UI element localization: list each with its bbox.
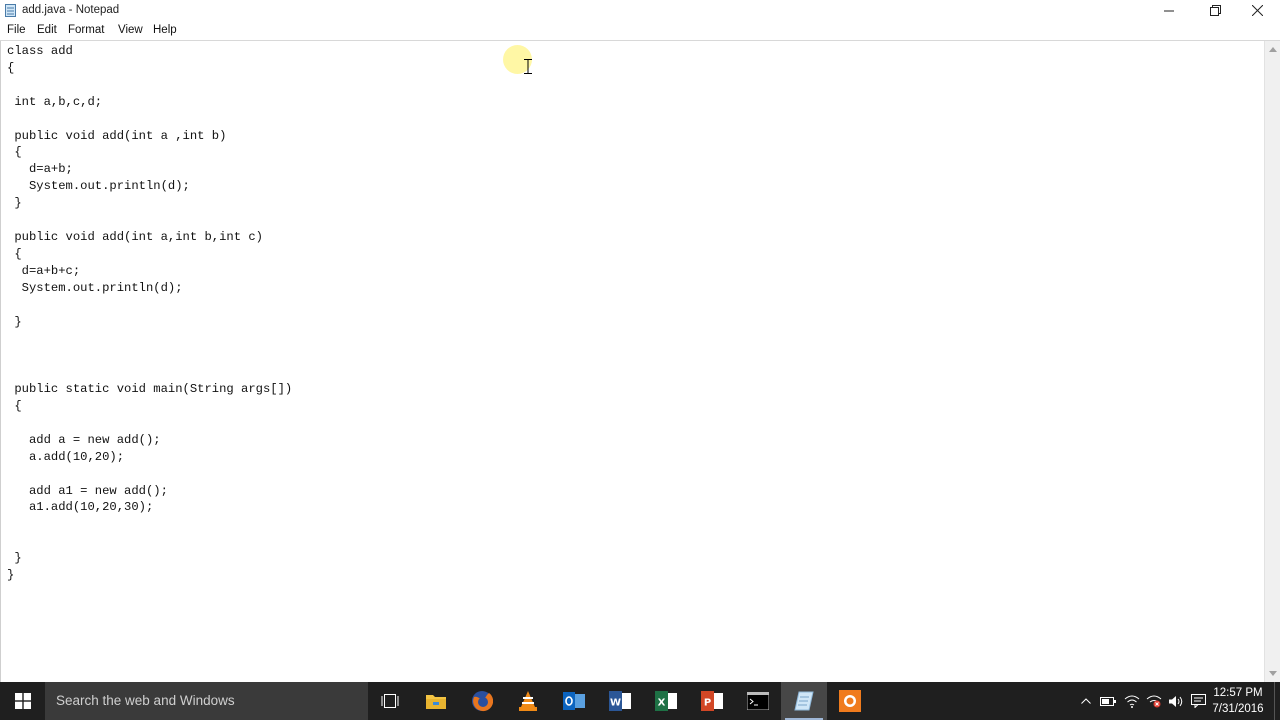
minimize-icon bbox=[1164, 10, 1174, 11]
status-button[interactable] bbox=[1144, 682, 1164, 720]
clock-date: 7/31/2016 bbox=[1212, 703, 1264, 715]
vertical-scrollbar[interactable] bbox=[1264, 41, 1280, 682]
file-explorer-button[interactable] bbox=[413, 682, 459, 720]
scroll-down-arrow-icon[interactable] bbox=[1269, 671, 1277, 676]
svg-text:X: X bbox=[658, 698, 666, 709]
menu-file[interactable]: File bbox=[7, 24, 26, 36]
restore-icon bbox=[1209, 5, 1221, 16]
clock-time: 12:57 PM bbox=[1213, 687, 1263, 699]
word-icon: W bbox=[609, 691, 631, 711]
svg-text:P: P bbox=[704, 698, 711, 709]
battery-button[interactable] bbox=[1099, 682, 1117, 720]
wifi-icon bbox=[1124, 695, 1140, 708]
recorder-icon bbox=[839, 690, 861, 712]
scroll-up-arrow-icon[interactable] bbox=[1269, 47, 1277, 52]
powerpoint-icon: P bbox=[701, 691, 723, 711]
menu-bar: File Edit Format View Help bbox=[0, 21, 1280, 41]
menu-format[interactable]: Format bbox=[68, 24, 104, 36]
battery-icon bbox=[1100, 696, 1116, 706]
firefox-button[interactable] bbox=[459, 682, 505, 720]
notification-icon bbox=[1190, 694, 1206, 708]
search-box[interactable]: Search the web and Windows bbox=[45, 682, 368, 720]
ibeam-cursor-icon bbox=[524, 59, 532, 74]
vlc-button[interactable] bbox=[505, 682, 551, 720]
notepad-icon bbox=[5, 4, 16, 17]
recorder-button[interactable] bbox=[827, 682, 873, 720]
close-button[interactable] bbox=[1234, 0, 1280, 21]
clock[interactable]: 12:57 PM 7/31/2016 bbox=[1210, 685, 1266, 717]
title-bar[interactable]: add.java - Notepad bbox=[0, 0, 1280, 21]
menu-edit[interactable]: Edit bbox=[37, 24, 57, 36]
action-center-button[interactable] bbox=[1188, 682, 1208, 720]
show-desktop-button[interactable] bbox=[1274, 682, 1280, 720]
excel-button[interactable]: X bbox=[643, 682, 689, 720]
svg-text:W: W bbox=[610, 698, 621, 709]
start-button[interactable] bbox=[0, 682, 46, 720]
notepad-icon bbox=[794, 691, 814, 711]
firefox-icon bbox=[472, 691, 493, 712]
taskbar: Search the web and Windows W X P 12:57 P… bbox=[0, 682, 1280, 720]
excel-icon: X bbox=[655, 691, 677, 711]
warning-wifi-icon bbox=[1146, 695, 1162, 708]
show-hidden-icons-button[interactable] bbox=[1078, 682, 1094, 720]
menu-help[interactable]: Help bbox=[153, 24, 177, 36]
menu-view[interactable]: View bbox=[118, 24, 143, 36]
volume-button[interactable] bbox=[1166, 682, 1186, 720]
close-icon bbox=[1251, 5, 1263, 16]
file-explorer-icon bbox=[426, 695, 446, 709]
text-editor[interactable]: class add { int a,b,c,d; public void add… bbox=[0, 41, 1264, 682]
task-view-icon bbox=[381, 694, 399, 708]
notepad-taskbar-button[interactable] bbox=[781, 682, 827, 720]
word-button[interactable]: W bbox=[597, 682, 643, 720]
powerpoint-button[interactable]: P bbox=[689, 682, 735, 720]
vlc-icon bbox=[519, 691, 537, 711]
speaker-icon bbox=[1169, 695, 1183, 707]
command-prompt-button[interactable] bbox=[735, 682, 781, 720]
command-prompt-icon bbox=[747, 692, 769, 710]
task-view-button[interactable] bbox=[367, 682, 413, 720]
editor-content[interactable]: class add { int a,b,c,d; public void add… bbox=[7, 43, 292, 584]
chevron-up-icon bbox=[1081, 698, 1091, 704]
outlook-icon bbox=[563, 692, 585, 710]
minimize-button[interactable] bbox=[1146, 0, 1192, 21]
network-button[interactable] bbox=[1122, 682, 1142, 720]
restore-button[interactable] bbox=[1192, 0, 1238, 21]
windows-logo-icon bbox=[15, 693, 31, 709]
window-title: add.java - Notepad bbox=[22, 4, 120, 16]
outlook-button[interactable] bbox=[551, 682, 597, 720]
search-placeholder: Search the web and Windows bbox=[56, 693, 235, 708]
